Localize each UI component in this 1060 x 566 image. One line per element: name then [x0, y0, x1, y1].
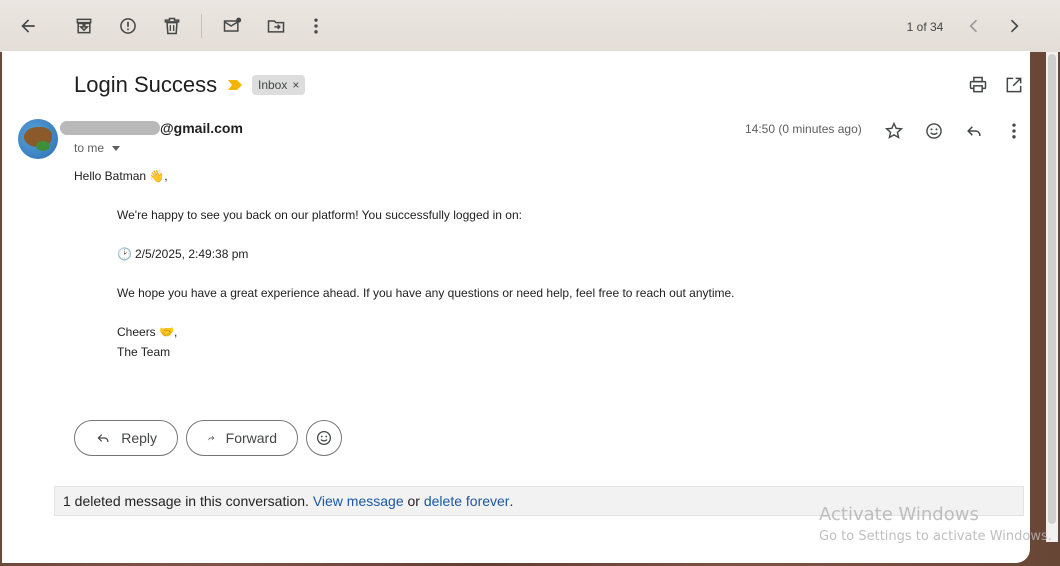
more-vertical-icon[interactable] [303, 13, 329, 39]
email-timestamp: 14:50 (0 minutes ago) [745, 122, 862, 136]
message-more-icon[interactable] [1002, 119, 1026, 143]
delete-icon[interactable] [159, 13, 185, 39]
recipient-text: to me [74, 141, 105, 155]
watermark-line-2: Go to Settings to activate Windows. [819, 529, 1052, 544]
scrollbar-thumb[interactable] [1048, 54, 1056, 524]
sender-domain: @gmail.com [160, 120, 243, 136]
clock-icon: 🕑 [117, 247, 132, 261]
toolbar-divider [201, 14, 202, 38]
mark-unread-icon[interactable] [219, 13, 245, 39]
view-message-link[interactable]: View message [313, 493, 404, 509]
remove-label-icon[interactable]: × [292, 78, 299, 92]
email-subject: Login Success [74, 72, 218, 97]
deleted-notice-text: 1 deleted message in this conversation. [63, 493, 309, 509]
pager-count: 1 of 34 [906, 20, 944, 34]
star-icon[interactable] [882, 119, 906, 143]
windows-activation-watermark: Activate Windows Go to Settings to activ… [819, 504, 1052, 544]
body-login-time: 🕑 2/5/2025, 2:49:38 pm [117, 247, 248, 261]
body-greeting: Hello Batman 👋, [74, 169, 168, 183]
body-signoff: Cheers 🤝, [117, 325, 178, 339]
reply-label: Reply [121, 430, 157, 446]
print-icon[interactable] [968, 75, 990, 97]
notice-period: . [509, 493, 514, 509]
open-in-new-window-icon[interactable] [1004, 75, 1026, 97]
reply-button[interactable]: Reply [74, 420, 178, 456]
forward-button[interactable]: Forward [186, 420, 298, 456]
forward-label: Forward [225, 430, 277, 446]
scrollbar[interactable] [1046, 52, 1058, 542]
sender-email: @gmail.com [60, 120, 243, 136]
forward-arrow-icon [208, 435, 215, 441]
delete-forever-link[interactable]: delete forever [424, 493, 510, 509]
emoji-react-button[interactable] [306, 420, 342, 456]
reply-icon[interactable] [962, 119, 986, 143]
report-spam-icon[interactable] [115, 13, 141, 39]
redacted-sender-name [60, 121, 160, 135]
add-reaction-icon[interactable] [922, 119, 946, 143]
archive-icon[interactable] [71, 13, 97, 39]
or-text: or [407, 493, 420, 509]
inbox-label-chip: Inbox × [252, 75, 306, 95]
back-arrow-icon[interactable] [15, 13, 41, 39]
body-signature: The Team [117, 345, 171, 359]
label-text: Inbox [258, 78, 288, 92]
move-to-icon[interactable] [263, 13, 289, 39]
toolbar: 1 of 34 [0, 0, 1060, 52]
sender-avatar[interactable] [18, 119, 58, 159]
login-time-value: 2/5/2025, 2:49:38 pm [134, 247, 249, 261]
watermark-line-1: Activate Windows [819, 504, 979, 525]
importance-marker-icon[interactable] [228, 80, 242, 90]
reply-arrow-icon [97, 434, 109, 443]
body-line-3: We hope you have a great experience ahea… [117, 286, 735, 300]
recipient-details-toggle[interactable]: to me [74, 141, 121, 155]
chevron-right-icon[interactable] [1001, 13, 1027, 39]
body-line-1: We're happy to see you back on our platf… [117, 208, 522, 222]
caret-down-icon [112, 145, 121, 151]
email-view: Login Success Inbox × @gmail.com to me 1… [2, 51, 1030, 563]
smiley-icon [316, 430, 332, 446]
chevron-left-icon[interactable] [961, 13, 987, 39]
